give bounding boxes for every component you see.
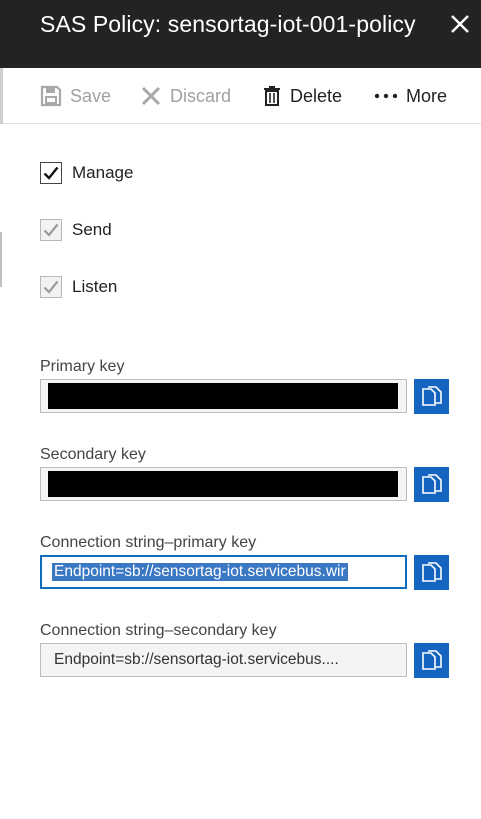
left-edge-divider xyxy=(0,232,2,287)
checkbox-label: Send xyxy=(72,220,112,239)
command-bar: Save Discard Delete More xyxy=(3,68,481,124)
copy-icon xyxy=(421,561,442,582)
blade-header: SAS Policy: sensortag-iot-001-policy xyxy=(0,0,481,68)
secondary-key-label: Secondary key xyxy=(40,446,146,463)
more-icon xyxy=(374,92,398,100)
copy-icon xyxy=(421,649,442,670)
copy-icon xyxy=(421,385,442,406)
primary-key-redaction xyxy=(48,383,398,409)
conn-primary-value: Endpoint=sb://sensortag-iot.servicebus.w… xyxy=(52,563,348,581)
copy-primary-key-button[interactable] xyxy=(414,379,449,414)
checkbox-manage[interactable]: Manage xyxy=(40,160,133,186)
checkbox-label: Manage xyxy=(72,163,134,182)
conn-primary-field[interactable]: Endpoint=sb://sensortag-iot.servicebus.w… xyxy=(40,555,407,589)
page-title: SAS Policy: sensortag-iot-001-policy xyxy=(40,11,416,37)
delete-label: Delete xyxy=(290,85,343,106)
discard-label: Discard xyxy=(170,85,232,106)
copy-icon xyxy=(421,473,442,494)
close-button[interactable] xyxy=(447,11,473,37)
save-button[interactable]: Save xyxy=(40,82,111,110)
close-icon xyxy=(451,15,469,33)
more-label: More xyxy=(406,85,448,106)
secondary-key-redaction xyxy=(48,471,398,497)
discard-button[interactable]: Discard xyxy=(140,82,231,110)
conn-secondary-field[interactable]: Endpoint=sb://sensortag-iot.servicebus..… xyxy=(40,643,407,677)
more-button[interactable]: More xyxy=(374,82,447,110)
discard-icon xyxy=(140,85,162,107)
delete-icon xyxy=(262,85,282,107)
checkmark-icon xyxy=(43,280,59,294)
checkbox-box[interactable] xyxy=(40,219,62,241)
primary-key-field[interactable] xyxy=(40,379,407,413)
secondary-key-field[interactable] xyxy=(40,467,407,501)
delete-button[interactable]: Delete xyxy=(262,82,342,110)
checkbox-send[interactable]: Send xyxy=(40,217,112,243)
copy-conn-primary-button[interactable] xyxy=(414,555,449,590)
checkbox-box[interactable] xyxy=(40,276,62,298)
save-label: Save xyxy=(70,85,112,106)
save-icon xyxy=(40,85,62,107)
checkbox-box[interactable] xyxy=(40,162,62,184)
checkmark-icon xyxy=(43,223,59,237)
conn-secondary-label: Connection string–secondary key xyxy=(40,622,277,639)
conn-primary-label: Connection string–primary key xyxy=(40,534,257,551)
conn-secondary-value: Endpoint=sb://sensortag-iot.servicebus..… xyxy=(54,651,339,668)
primary-key-label: Primary key xyxy=(40,358,125,375)
copy-conn-secondary-button[interactable] xyxy=(414,643,449,678)
copy-secondary-key-button[interactable] xyxy=(414,467,449,502)
checkmark-icon xyxy=(43,166,59,180)
checkbox-label: Listen xyxy=(72,277,118,296)
checkbox-listen[interactable]: Listen xyxy=(40,274,117,300)
